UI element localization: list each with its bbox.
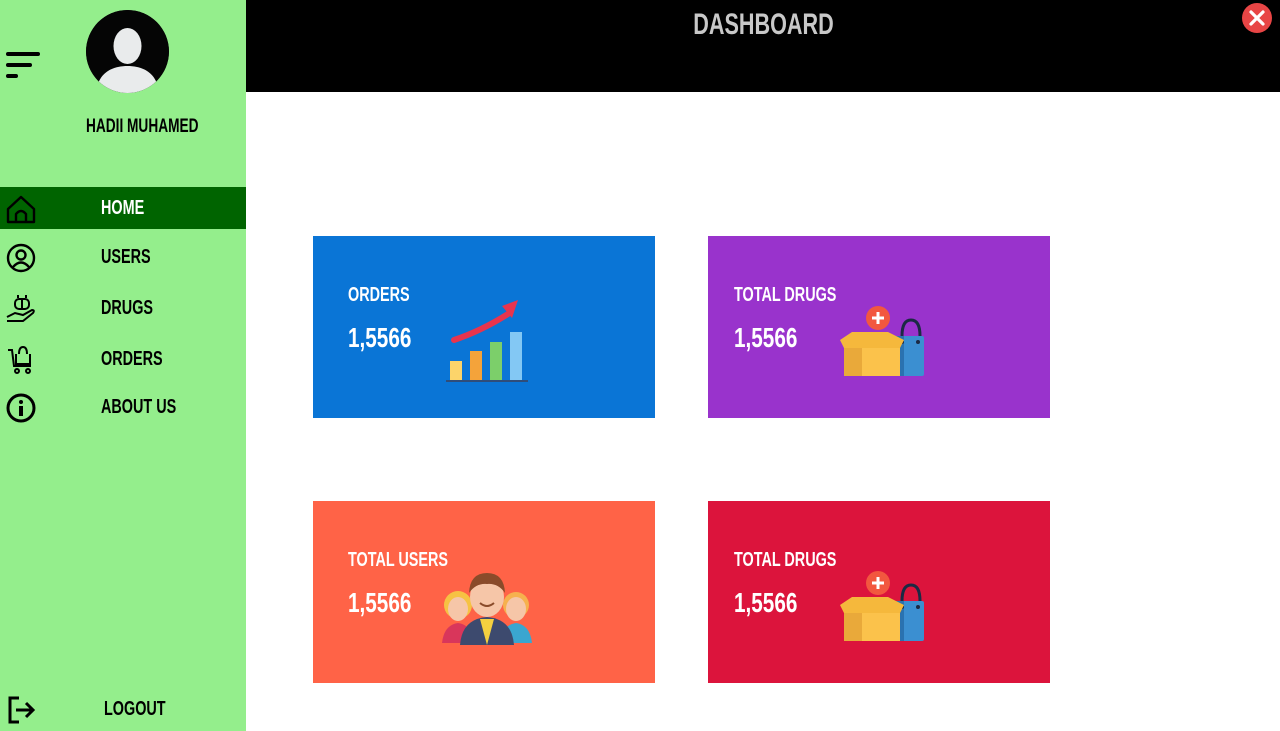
page-title: DASHBOARD [692,8,834,41]
sidebar-item-label: ORDERS [101,348,163,370]
growth-chart-icon [446,300,528,382]
logout-button[interactable]: LOGOUT [0,688,246,730]
sidebar-item-label: HOME [101,197,145,219]
user-circle-icon [6,243,36,273]
drugs-hand-icon [6,295,35,322]
users-group-icon [442,573,532,645]
sidebar-item-home[interactable]: HOME [0,187,246,229]
sidebar-item-users[interactable]: USERS [0,236,246,278]
card-value: 1,5566 [348,587,412,618]
menu-toggle-icon[interactable] [6,50,42,84]
sidebar: HADII MUHAMED HOME USERS DRUGS ORDERS AB… [0,0,246,731]
total-users-card[interactable]: TOTAL USERS 1,5566 [313,501,655,683]
sidebar-item-drugs[interactable]: DRUGS [0,287,246,329]
cart-icon [8,345,31,374]
sidebar-item-orders[interactable]: ORDERS [0,338,246,380]
close-icon [1249,10,1265,26]
info-icon [6,393,36,423]
sidebar-item-label: DRUGS [101,297,154,319]
logout-label: LOGOUT [104,698,166,720]
card-title: ORDERS [348,284,410,306]
orders-card[interactable]: ORDERS 1,5566 [313,236,655,418]
card-value: 1,5566 [348,322,412,353]
card-value: 1,5566 [734,587,798,618]
box-bag-icon [840,571,924,641]
header-bar: DASHBOARD [246,0,1280,92]
sidebar-item-about-us[interactable]: ABOUT US [0,386,246,428]
user-name: HADII MUHAMED [86,116,199,137]
avatar [86,10,169,93]
logout-icon [8,696,36,724]
total-drugs-card-2[interactable]: TOTAL DRUGS 1,5566 [708,501,1050,683]
total-drugs-card[interactable]: TOTAL DRUGS 1,5566 [708,236,1050,418]
user-silhouette-icon [86,10,169,93]
box-bag-icon [840,306,924,376]
home-icon [6,195,36,224]
card-value: 1,5566 [734,322,798,353]
sidebar-item-label: ABOUT US [101,396,177,418]
close-button[interactable] [1242,3,1272,33]
sidebar-item-label: USERS [101,246,151,268]
